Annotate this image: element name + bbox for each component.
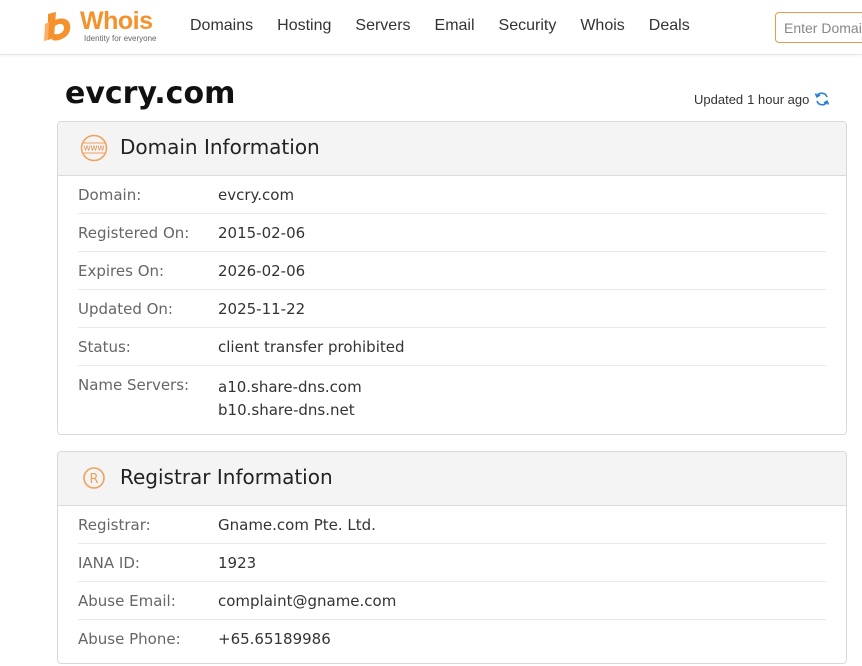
row-value: Gname.com Pte. Ltd. xyxy=(218,516,376,534)
row-key: Name Servers: xyxy=(78,376,190,394)
name-server: a10.share-dns.com xyxy=(218,378,362,396)
row-key: Registrar: xyxy=(78,516,151,534)
logo-icon xyxy=(44,12,71,41)
domain-search-box xyxy=(775,12,862,43)
row-value: 2026-02-06 xyxy=(218,262,306,280)
row-value: +65.65189986 xyxy=(218,630,331,648)
nav-deals[interactable]: Deals xyxy=(649,17,690,35)
nav-servers[interactable]: Servers xyxy=(355,17,410,35)
table-row: Abuse Phone: +65.65189986 xyxy=(78,620,826,657)
svg-text:WWW: WWW xyxy=(84,145,105,153)
table-row: Expires On: 2026-02-06 xyxy=(78,252,826,290)
name-servers-list: a10.share-dns.com b10.share-dns.net xyxy=(218,376,362,422)
nav-security[interactable]: Security xyxy=(499,17,557,35)
nav-domains[interactable]: Domains xyxy=(190,17,253,35)
nav-hosting[interactable]: Hosting xyxy=(277,17,331,35)
card-title: Registrar Information xyxy=(120,465,333,489)
nav-email[interactable]: Email xyxy=(435,17,475,35)
domain-info-table: Domain: evcry.com Registered On: 2015-02… xyxy=(58,176,846,431)
updated-value: 1 hour ago xyxy=(747,91,810,107)
row-key: Expires On: xyxy=(78,262,165,280)
card-header: WWW Domain Information xyxy=(58,122,846,176)
domain-information-card: WWW Domain Information Domain: evcry.com… xyxy=(57,121,847,435)
row-value: 1923 xyxy=(218,554,257,572)
updated-status: Updated 1 hour ago xyxy=(694,91,830,107)
row-key: IANA ID: xyxy=(78,554,140,572)
domain-search-input[interactable] xyxy=(776,13,862,42)
logo-wordmark: Whois xyxy=(80,7,153,35)
row-value: complaint@gname.com xyxy=(218,592,397,610)
row-value: 2025-11-22 xyxy=(218,300,306,318)
registrar-info-table: Registrar: Gname.com Pte. Ltd. IANA ID: … xyxy=(58,506,846,657)
row-key: Abuse Email: xyxy=(78,592,176,610)
table-row: Name Servers: a10.share-dns.com b10.shar… xyxy=(78,366,826,431)
refresh-icon[interactable] xyxy=(814,91,830,107)
row-key: Abuse Phone: xyxy=(78,630,181,648)
card-header: R Registrar Information xyxy=(58,452,846,506)
table-row: Abuse Email: complaint@gname.com xyxy=(78,582,826,620)
row-value: client transfer prohibited xyxy=(218,338,405,356)
table-row: Registered On: 2015-02-06 xyxy=(78,214,826,252)
top-navbar: Whois Identity for everyone Domains Host… xyxy=(0,0,862,55)
table-row: IANA ID: 1923 xyxy=(78,544,826,582)
main-nav: Domains Hosting Servers Email Security W… xyxy=(190,17,714,35)
updated-prefix: Updated xyxy=(694,91,744,107)
row-key: Status: xyxy=(78,338,131,356)
page-title: evcry.com xyxy=(65,76,236,111)
www-icon: WWW xyxy=(80,134,108,162)
row-key: Updated On: xyxy=(78,300,173,318)
card-title: Domain Information xyxy=(120,135,320,159)
registrar-information-card: R Registrar Information Registrar: Gname… xyxy=(57,451,847,664)
name-server: b10.share-dns.net xyxy=(218,401,355,419)
table-row: Status: client transfer prohibited xyxy=(78,328,826,366)
svg-text:R: R xyxy=(89,472,98,487)
whois-logo[interactable]: Whois Identity for everyone xyxy=(42,7,166,46)
table-row: Domain: evcry.com xyxy=(78,176,826,214)
table-row: Registrar: Gname.com Pte. Ltd. xyxy=(78,506,826,544)
nav-whois[interactable]: Whois xyxy=(580,17,624,35)
row-key: Domain: xyxy=(78,186,142,204)
logo-tagline: Identity for everyone xyxy=(84,34,157,43)
table-row: Updated On: 2025-11-22 xyxy=(78,290,826,328)
row-value: evcry.com xyxy=(218,186,295,204)
row-value: 2015-02-06 xyxy=(218,224,306,242)
row-key: Registered On: xyxy=(78,224,190,242)
registered-icon: R xyxy=(83,467,105,489)
